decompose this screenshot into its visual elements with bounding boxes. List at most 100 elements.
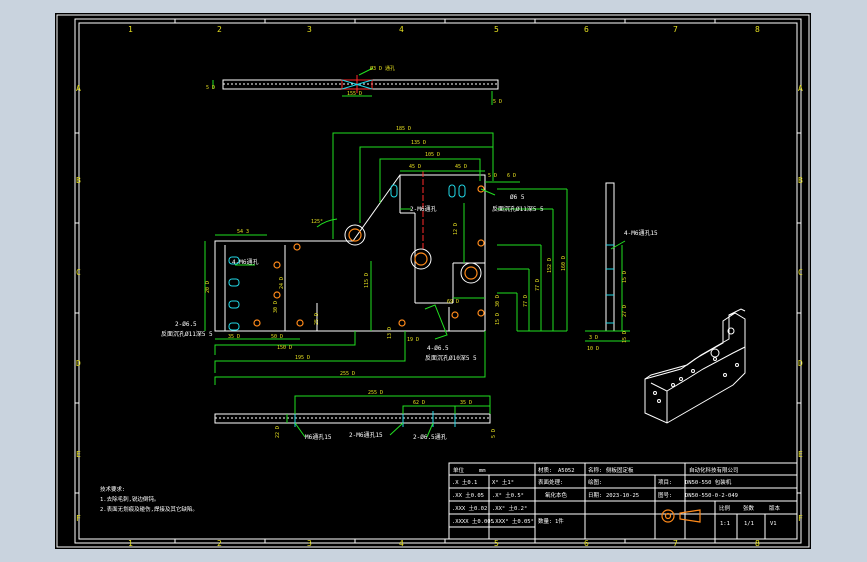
dim-text: 6 D xyxy=(507,173,516,179)
dim-text: 77 D xyxy=(523,295,529,307)
scale-label: 比例 xyxy=(719,504,731,512)
border-letter: B xyxy=(76,176,81,185)
qty-value: 1件 xyxy=(555,517,564,525)
hole xyxy=(398,319,406,327)
hole xyxy=(464,266,478,280)
border-number: 6 xyxy=(584,539,589,548)
dim-text: 105 D xyxy=(425,152,440,158)
hole xyxy=(273,291,281,299)
material-value: A5052 xyxy=(558,468,575,474)
side-view: 4-M6通孔15 3 D 10 D 15 D 27 D 15 D xyxy=(585,182,658,352)
project-value: DN50-550 包装机 xyxy=(685,478,732,486)
hole xyxy=(460,262,482,284)
dim-text: 45 D xyxy=(409,164,421,170)
dim-text: 255 D xyxy=(340,371,355,377)
company-name: 自动化科技有限公司 xyxy=(689,466,739,474)
dim-text: 255 D xyxy=(368,390,383,396)
callout: 反面沉孔Ø11深5 5 xyxy=(492,205,544,213)
hole xyxy=(273,261,281,269)
callout: 2-Ø6.5通孔 xyxy=(413,433,447,441)
tolerance-cell: .XX 土0.05 xyxy=(452,491,484,499)
side-view-outline xyxy=(605,182,615,332)
hole xyxy=(410,248,432,270)
border-letter: B xyxy=(798,176,803,185)
bottom-view: 255 D 62 D 35 D 22 D 5 D M6通孔15 2-M6通孔15… xyxy=(214,390,497,441)
tolerance-cell: .XXX° 土0.05° xyxy=(492,517,534,525)
border-number: 2 xyxy=(217,539,222,548)
notes-line: 1.去除毛刺,锐边倒钝。 xyxy=(100,495,159,503)
inner-frame xyxy=(78,22,798,540)
dim-text: 5 D xyxy=(488,173,497,179)
drawing-frame xyxy=(74,18,802,544)
callout: 反面沉孔Ø11深5 5 xyxy=(161,330,213,338)
top-view: Ø3 D 通孔 155 D 5 D 5 D xyxy=(206,65,502,105)
project-label: 项目: xyxy=(658,479,672,486)
callout: 反面沉孔Ø10深5 5 xyxy=(425,354,477,362)
dim-text: 54 3 xyxy=(237,229,249,235)
revision-label: 版本 xyxy=(769,504,781,512)
border-letter: E xyxy=(76,450,81,459)
dim-text: 35 D xyxy=(460,400,472,406)
callout: 2-M6通孔 xyxy=(410,205,436,213)
dim-text: 20 D xyxy=(205,281,211,293)
border-number: 8 xyxy=(755,539,760,548)
dim-text: 15 D xyxy=(622,271,628,283)
revision-value: V1 xyxy=(770,521,777,527)
border-ticks xyxy=(75,19,801,543)
border-number: 4 xyxy=(399,25,404,34)
front-view-outline xyxy=(214,174,486,332)
dim-text: 69 D xyxy=(447,299,459,305)
border-letter: F xyxy=(76,514,81,523)
unit-value: mm xyxy=(479,468,486,474)
front-view: 185 D 135 D 105 D 45 D 45 D 5 D 6 D 125°… xyxy=(161,126,568,385)
dim-text: 77 D xyxy=(535,279,541,291)
border-number: 4 xyxy=(399,539,404,548)
dim-text: 19 D xyxy=(407,337,419,343)
dim-text: 13 D xyxy=(387,327,393,339)
dim-text: 22 D xyxy=(275,426,281,438)
dim-text: 35 D xyxy=(228,334,240,340)
dim-text: 125° xyxy=(311,219,323,225)
dim-text: 155 D xyxy=(347,91,362,97)
callout: Ø6 5 xyxy=(510,194,525,201)
dimension-lines xyxy=(204,132,568,385)
code-label: 图号: xyxy=(658,491,672,499)
unit-label: 单位 xyxy=(453,466,465,474)
technical-notes: 技术要求: 1.去除毛刺,锐边倒钝。 2.表面无划痕及碰伤,焊接及其它缺陷。 xyxy=(100,485,198,513)
dim-text: 50 D xyxy=(271,334,283,340)
border-number: 7 xyxy=(673,25,678,34)
hole xyxy=(477,239,485,247)
code-value: DN50-550-0-2-049 xyxy=(685,493,738,499)
border-number: 1 xyxy=(128,539,133,548)
dim-text: 45 D xyxy=(455,164,467,170)
dim-text: 152 D xyxy=(547,258,553,273)
material-label: 材质: xyxy=(538,466,552,474)
cad-viewport[interactable]: 1 2 3 4 5 6 7 8 1 2 3 4 5 6 7 8 A B C D … xyxy=(55,13,811,549)
dim-text: 150 D xyxy=(277,345,292,351)
tolerance-cell: X° 土1° xyxy=(492,478,514,486)
name-value: 侧板固定板 xyxy=(606,466,634,474)
dim-text: 135 D xyxy=(411,140,426,146)
dim-text: 195 D xyxy=(295,355,310,361)
tolerance-cell: .XX° 土0.2° xyxy=(492,504,527,512)
dim-text: 15 D xyxy=(622,331,628,343)
dim-text: 5 D xyxy=(491,429,497,438)
border-number: 3 xyxy=(307,539,312,548)
border-number: 2 xyxy=(217,25,222,34)
projection-symbol xyxy=(661,509,701,523)
tolerance-cell: .XXX 土0.02 xyxy=(452,504,487,512)
drawing-label: 绘图: xyxy=(588,478,602,486)
sheet-value: 1/1 xyxy=(744,521,754,527)
tolerance-cell: .X 土0.1 xyxy=(452,478,477,486)
hole xyxy=(348,228,362,242)
dim-text: 3 D xyxy=(589,335,598,341)
hole xyxy=(451,311,459,319)
callout: M6通孔15 xyxy=(305,433,332,441)
border-number: 7 xyxy=(673,539,678,548)
callout: 2-M6通孔15 xyxy=(349,431,383,439)
name-label: 名称: xyxy=(588,466,602,474)
dim-text: 160 D xyxy=(561,256,567,271)
dim-text: 30 D xyxy=(273,301,279,313)
border-number: 3 xyxy=(307,25,312,34)
dim-text: 12 D xyxy=(453,223,459,235)
